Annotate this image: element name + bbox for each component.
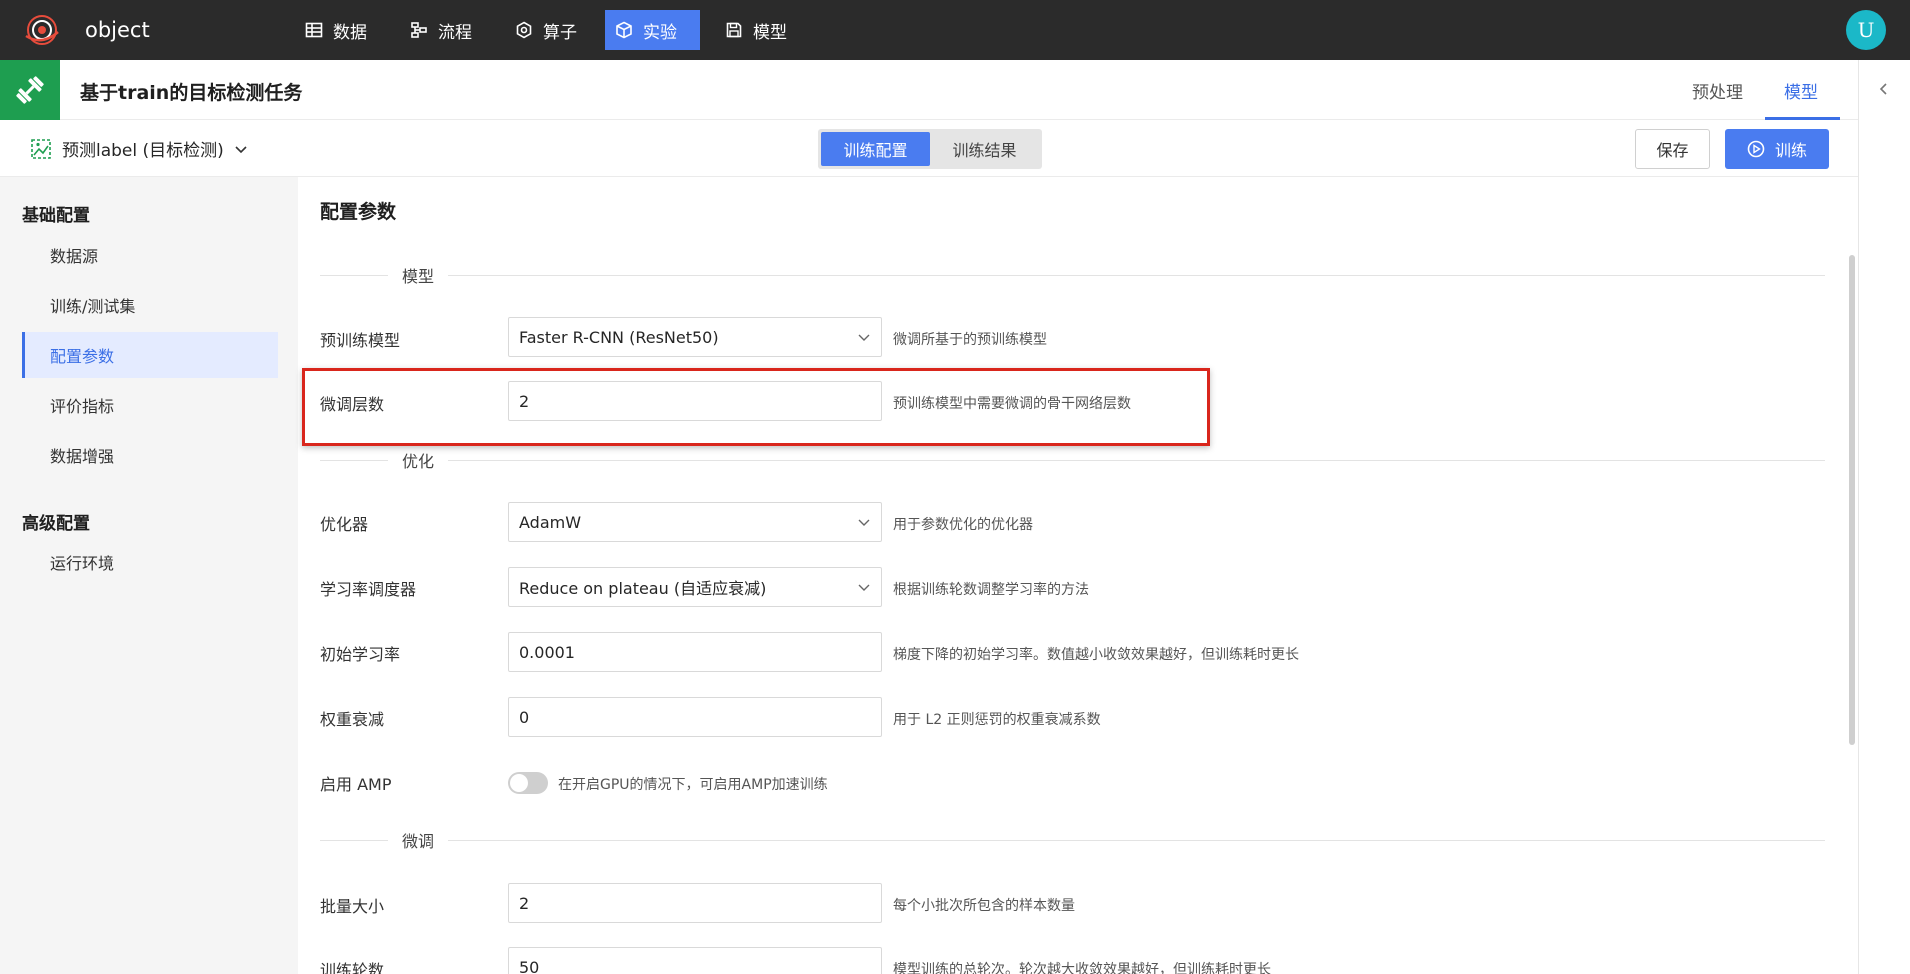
segment-train-results[interactable]: 训练结果 <box>930 132 1039 166</box>
field-hint: 预训练模型中需要微调的骨干网络层数 <box>893 396 1131 412</box>
sidebar-item-train-test[interactable]: 训练/测试集 <box>22 282 278 328</box>
field-hint: 每个小批次所包含的样本数量 <box>893 898 1075 914</box>
play-circle-icon <box>1747 140 1765 158</box>
field-hint: 模型训练的总轮次。轮次越大收敛效果越好，但训练耗时更长 <box>893 962 1271 974</box>
nav-item-data[interactable]: 数据 <box>295 10 377 50</box>
hexagon-icon <box>516 21 532 39</box>
nav-item-operator[interactable]: 算子 <box>505 10 587 50</box>
task-title: 基于train的目标检测任务 <box>80 82 303 104</box>
main-scrollbar[interactable] <box>1849 255 1855 745</box>
train-button[interactable]: 训练 <box>1725 129 1829 169</box>
table-icon <box>305 22 323 38</box>
nav-item-label: 实验 <box>643 22 677 43</box>
field-label: 权重衰减 <box>320 710 385 729</box>
section-label-model: 模型 <box>388 263 449 287</box>
amp-toggle[interactable] <box>508 772 548 794</box>
select-value: Reduce on plateau (自适应衰减) <box>519 579 767 598</box>
nav-item-label: 算子 <box>543 22 577 43</box>
save-icon <box>726 22 742 38</box>
pretrained-model-select[interactable]: Faster R-CNN (ResNet50) <box>508 317 882 357</box>
chevron-down-icon <box>858 584 870 591</box>
train-button-label: 训练 <box>1774 141 1807 160</box>
section-label-finetune: 微调 <box>388 828 449 852</box>
finetune-layers-input[interactable]: 2 <box>508 381 882 421</box>
nav-item-label: 流程 <box>438 22 472 43</box>
app-logo-icon[interactable] <box>22 12 62 48</box>
top-nav-bar: object 数据 流程 算子 实验 模型 U <box>0 0 1910 60</box>
field-hint: 用于参数优化的优化器 <box>893 517 1033 533</box>
tab-preprocess[interactable]: 预处理 <box>1692 78 1743 103</box>
lr-scheduler-select[interactable]: Reduce on plateau (自适应衰减) <box>508 567 882 607</box>
sidebar-item-config-params[interactable]: 配置参数 <box>22 332 278 378</box>
section-divider <box>320 460 1825 461</box>
field-hint: 在开启GPU的情况下，可启用AMP加速训练 <box>558 777 828 793</box>
field-label: 启用 AMP <box>320 775 392 794</box>
config-sidebar: 基础配置 数据源 训练/测试集 配置参数 评价指标 数据增强 高级配置 运行环境 <box>0 177 298 974</box>
field-hint: 梯度下降的初始学习率。数值越小收敛效果越好，但训练耗时更长 <box>893 647 1299 663</box>
sidebar-item-augmentation[interactable]: 数据增强 <box>22 432 278 478</box>
task-header: 基于train的目标检测任务 预处理 模型 <box>0 60 1858 120</box>
section-divider <box>320 275 1825 276</box>
dumbbell-icon <box>0 60 60 120</box>
sidebar-item-datasource[interactable]: 数据源 <box>22 232 278 278</box>
nav-item-experiment[interactable]: 实验 <box>605 10 700 50</box>
chevron-down-icon <box>858 334 870 341</box>
flow-icon <box>411 22 427 38</box>
page-title: 配置参数 <box>320 201 397 223</box>
segment-train-config[interactable]: 训练配置 <box>821 132 930 166</box>
field-label: 训练轮数 <box>320 961 385 974</box>
image-detect-icon <box>31 138 51 159</box>
learning-rate-input[interactable]: 0.0001 <box>508 632 882 672</box>
chevron-down-icon <box>235 145 247 153</box>
save-button[interactable]: 保存 <box>1635 129 1710 169</box>
user-avatar[interactable]: U <box>1846 10 1886 50</box>
epochs-input[interactable]: 50 <box>508 947 882 974</box>
select-value: Faster R-CNN (ResNet50) <box>519 327 719 347</box>
sidebar-item-metrics[interactable]: 评价指标 <box>22 382 278 428</box>
label-select-dropdown[interactable]: 预测label (目标检测) <box>30 136 258 161</box>
field-hint: 微调所基于的预训练模型 <box>893 332 1047 348</box>
chevron-down-icon <box>858 519 870 526</box>
weight-decay-input[interactable]: 0 <box>508 697 882 737</box>
sidebar-group-basic: 基础配置 <box>22 206 90 226</box>
section-label-optimize: 优化 <box>388 448 449 472</box>
batch-size-input[interactable]: 2 <box>508 883 882 923</box>
view-segmented-control: 训练配置 训练结果 <box>818 129 1042 169</box>
nav-item-label: 模型 <box>753 22 787 43</box>
label-select-value: 预测label (目标检测) <box>62 141 224 161</box>
field-label: 预训练模型 <box>320 331 401 350</box>
nav-item-label: 数据 <box>333 22 367 43</box>
field-hint: 用于 L2 正则惩罚的权重衰减系数 <box>893 712 1101 728</box>
cube-icon <box>616 21 632 39</box>
sidebar-group-advanced: 高级配置 <box>22 514 90 534</box>
field-label: 优化器 <box>320 515 369 534</box>
right-panel-strip <box>1858 60 1910 974</box>
app-name: object <box>85 18 150 42</box>
field-label: 初始学习率 <box>320 645 401 664</box>
optimizer-select[interactable]: AdamW <box>508 502 882 542</box>
toggle-knob <box>510 774 528 792</box>
toolbar: 预测label (目标检测) 训练配置 训练结果 保存 训练 <box>0 120 1858 177</box>
chevron-left-icon[interactable] <box>1877 82 1891 96</box>
nav-item-model[interactable]: 模型 <box>715 10 797 50</box>
section-divider <box>320 840 1825 841</box>
tab-model[interactable]: 模型 <box>1784 78 1818 103</box>
field-label: 微调层数 <box>320 395 385 414</box>
field-label: 学习率调度器 <box>320 580 417 599</box>
config-main-panel: 配置参数 模型 预训练模型 Faster R-CNN (ResNet50) 微调… <box>298 177 1858 974</box>
sidebar-item-runtime[interactable]: 运行环境 <box>22 539 278 585</box>
select-value: AdamW <box>519 512 582 532</box>
field-hint: 根据训练轮数调整学习率的方法 <box>893 582 1089 598</box>
nav-item-flow[interactable]: 流程 <box>400 10 482 50</box>
field-label: 批量大小 <box>320 897 385 916</box>
